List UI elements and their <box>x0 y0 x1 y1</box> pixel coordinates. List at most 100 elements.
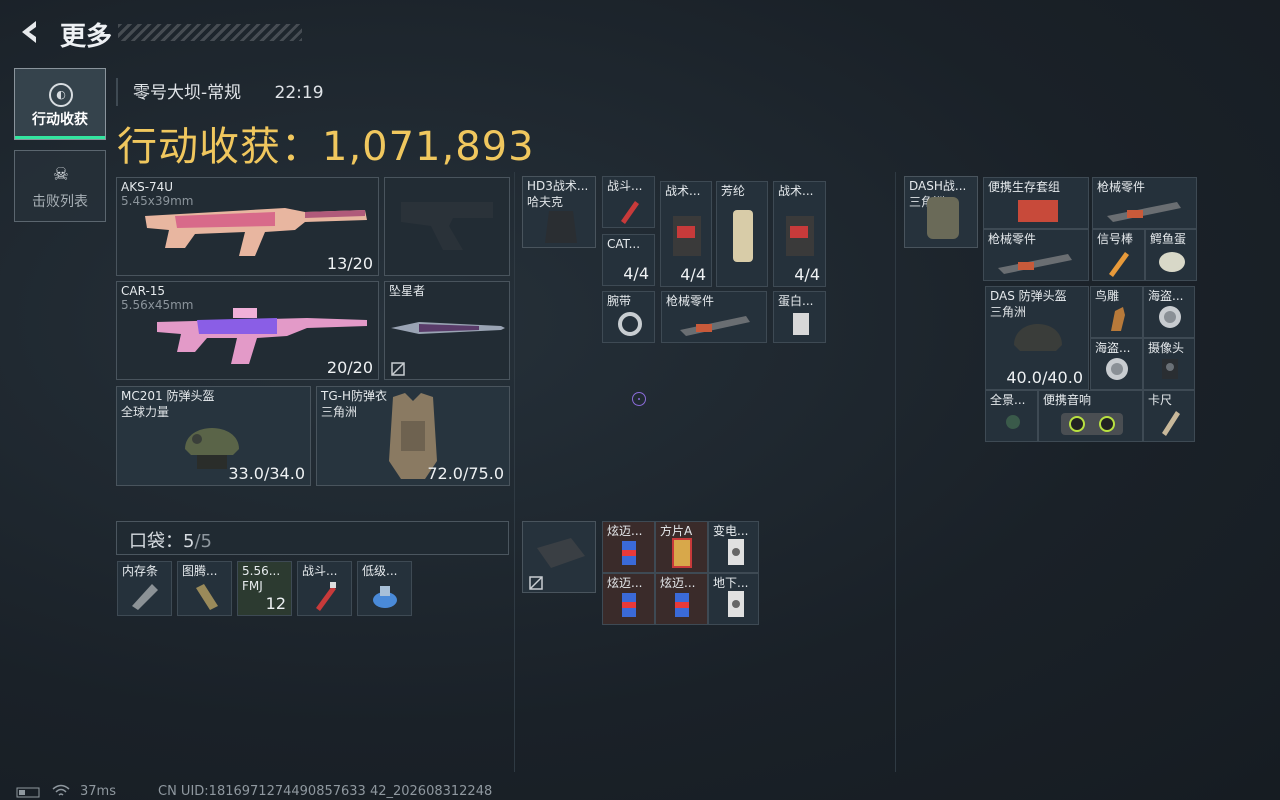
item-name: 炫迈... <box>660 576 696 590</box>
backpack-item[interactable]: 枪械零件 <box>983 229 1089 281</box>
helmet-slot[interactable]: MC201 防弹头盔 全球力量 33.0/34.0 <box>116 386 311 486</box>
wifi-icon <box>52 784 70 796</box>
backpack-item[interactable]: 便携生存套组 <box>983 177 1089 229</box>
sidearm-slot[interactable] <box>384 177 510 276</box>
gun-parts-icon <box>680 316 750 336</box>
coin-icon <box>1106 358 1128 380</box>
match-info: 零号大坝-常规 22:19 <box>116 78 352 106</box>
back-arrow-icon[interactable] <box>16 18 44 46</box>
pocket-item[interactable]: 战斗... <box>297 561 352 616</box>
wristband-icon <box>618 312 642 336</box>
rig-item[interactable]: 芳纶 <box>716 181 768 287</box>
secondary-weapon-slot[interactable]: CAR-15 5.56x45mm 20/20 <box>116 281 379 380</box>
item-count: 4/4 <box>623 264 649 283</box>
tab-loot[interactable]: ◐ 行动收获 <box>14 68 106 140</box>
armor-durability: 72.0/75.0 <box>427 464 504 483</box>
flare-icon <box>1109 252 1129 277</box>
backpack-item[interactable]: 鳄鱼蛋 <box>1145 229 1197 281</box>
backpack-item[interactable]: 鸟雕 <box>1090 286 1143 338</box>
armor-slot[interactable]: TG-H防弹衣 三角洲 72.0/75.0 <box>316 386 510 486</box>
item-name: DAS 防弹头盔 <box>990 289 1067 303</box>
unlocked-icon <box>391 362 405 376</box>
tab-kill-list[interactable]: ☠ 击败列表 <box>14 150 106 222</box>
safe-item[interactable]: 炫迈... <box>655 573 708 625</box>
uid-text: CN UID:1816971274490857633 42_2026083122… <box>158 784 493 799</box>
document-icon <box>728 539 744 565</box>
panorama-device-icon <box>1006 415 1020 429</box>
item-name: 枪械零件 <box>666 294 715 308</box>
medkit-icon <box>673 216 701 256</box>
rig-item[interactable]: CAT... 4/4 <box>602 234 655 286</box>
fabric-roll-icon <box>733 210 753 262</box>
melee-name: 坠星者 <box>389 284 426 298</box>
item-name: 海盗... <box>1148 289 1184 303</box>
backpack-item[interactable]: 信号棒 <box>1092 229 1145 281</box>
item-name: 蛋白... <box>778 294 814 308</box>
item-name: 鳄鱼蛋 <box>1150 232 1187 246</box>
bottle-icon <box>373 586 397 608</box>
backpack-item[interactable]: 卡尺 <box>1143 390 1195 442</box>
safe-item[interactable]: 地下... <box>708 573 759 625</box>
camera-icon <box>1162 359 1178 379</box>
safe-item[interactable]: 炫迈... <box>602 521 655 573</box>
backpack-item[interactable]: 便携音响 <box>1038 390 1143 442</box>
helmet-durability: 33.0/34.0 <box>228 464 305 483</box>
item-name: 卡尺 <box>1148 393 1173 407</box>
pocket-item[interactable]: 低级... <box>357 561 412 616</box>
gum-icon <box>622 541 636 565</box>
pocket-item[interactable]: 图腾... <box>177 561 232 616</box>
helmet-icon <box>1014 324 1062 351</box>
item-name: 战斗... <box>607 179 643 193</box>
chest-rig-slot[interactable]: HD3战术... 哈夫克 <box>522 176 596 248</box>
armor-origin: 三角洲 <box>321 405 358 419</box>
secondary-weapon-ammo-count: 20/20 <box>326 358 373 377</box>
item-name: 炫迈... <box>607 576 643 590</box>
tab-kill-list-label: 击败列表 <box>32 194 88 210</box>
backpack-icon <box>927 197 959 239</box>
melee-slot[interactable]: 坠星者 <box>384 281 510 380</box>
cursor-crosshair <box>632 392 646 406</box>
ping-text: 37ms <box>80 784 116 799</box>
egg-icon <box>1159 252 1185 272</box>
gum-icon <box>622 593 636 617</box>
backpack-item[interactable]: 海盗... <box>1143 286 1195 338</box>
backpack-item[interactable]: 海盗... <box>1090 338 1143 390</box>
protein-icon <box>793 313 809 335</box>
tab-loot-label: 行动收获 <box>32 112 88 128</box>
rig-item[interactable]: 战术... 4/4 <box>773 181 826 287</box>
helmet-origin: 全球力量 <box>121 405 170 419</box>
item-name: 鸟雕 <box>1095 289 1120 303</box>
item-name: 战术... <box>665 184 701 198</box>
pocket-used: 5 <box>183 531 195 552</box>
item-name: 全景... <box>990 393 1026 407</box>
backpack-item[interactable]: 枪械零件 <box>1092 177 1197 229</box>
caliper-icon <box>1162 411 1180 436</box>
primary-weapon-slot[interactable]: AKS-74U 5.45x39mm 13/20 <box>116 177 379 276</box>
item-name: 便携生存套组 <box>988 180 1061 194</box>
pocket-item[interactable]: 内存条 <box>117 561 172 616</box>
safe-box-slot[interactable] <box>522 521 596 593</box>
rig-item[interactable]: 战术... 4/4 <box>660 181 712 287</box>
divider <box>895 172 896 772</box>
item-durability: 40.0/40.0 <box>1006 368 1083 387</box>
rig-item[interactable]: 蛋白... <box>773 291 826 343</box>
safe-item[interactable]: 炫迈... <box>602 573 655 625</box>
safe-item[interactable]: 方片A <box>655 521 708 573</box>
pocket-item[interactable]: 5.56... FMJ 12 <box>237 561 292 616</box>
rig-item[interactable]: 战斗... <box>602 176 655 228</box>
backpack-item[interactable]: 摄像头 <box>1143 338 1195 390</box>
item-name: 战斗... <box>302 564 338 578</box>
backpack-slot[interactable]: DASH战... 三角洲 <box>904 176 978 248</box>
rig-item[interactable]: 枪械零件 <box>661 291 767 343</box>
item-name: 摄像头 <box>1148 341 1185 355</box>
item-name: 内存条 <box>122 564 159 578</box>
safe-item[interactable]: 变电... <box>708 521 759 573</box>
item-name: 枪械零件 <box>988 232 1037 246</box>
gum-icon <box>675 593 689 617</box>
title-decoration <box>118 24 302 41</box>
helmet-name: MC201 防弹头盔 <box>121 389 215 403</box>
backpack-item[interactable]: DAS 防弹头盔 三角洲 40.0/40.0 <box>985 286 1089 390</box>
backpack-item[interactable]: 全景... <box>985 390 1038 442</box>
rig-item[interactable]: 腕带 <box>602 291 655 343</box>
pocket-header: 口袋：5/5 <box>116 521 509 555</box>
